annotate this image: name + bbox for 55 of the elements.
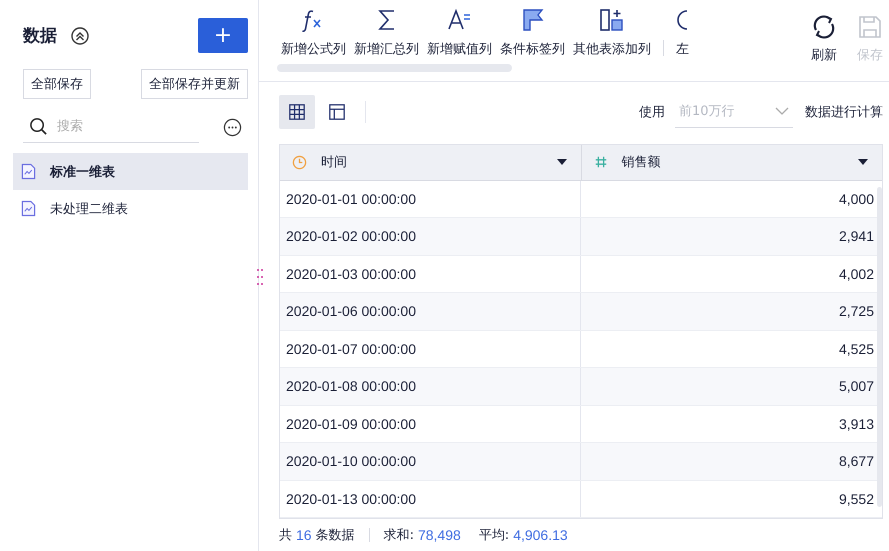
table-cell-text: 2020-01-09 00:00:00 [285, 414, 417, 434]
table-cell-text: 2020-01-01 00:00:00 [285, 190, 417, 209]
toolbar-button[interactable]: 左 [672, 8, 693, 58]
more-icon[interactable] [223, 118, 242, 136]
sidebar-item[interactable]: 未处理二维表 [13, 190, 248, 227]
sidebar-item[interactable]: 标准一维表 [13, 153, 248, 190]
average-value: 4,906.13 [513, 527, 568, 543]
resize-handle[interactable] [256, 268, 264, 286]
table-cell-text: 2020-01-07 00:00:00 [285, 340, 417, 359]
column-header[interactable]: 销售额 [580, 144, 882, 180]
toolbar-button[interactable]: 条件标签列 [496, 8, 569, 58]
dropdown-icon[interactable] [556, 159, 566, 165]
collapse-icon[interactable] [71, 26, 89, 44]
table-cell-text: 2020-01-06 00:00:00 [285, 302, 417, 322]
toolbar-button[interactable]: 新增公式列 [277, 8, 350, 58]
arc-icon [677, 10, 688, 30]
vertical-scrollbar[interactable] [877, 186, 882, 506]
chart-file-icon [21, 200, 36, 217]
refresh-icon [811, 14, 837, 40]
use-label: 使用 [639, 104, 665, 120]
panel-title: 数据 [23, 25, 57, 47]
calc-label: 数据进行计算 [805, 104, 883, 120]
table-cell-text: 2020-01-08 00:00:00 [285, 377, 417, 396]
column-header[interactable]: 时间 [280, 144, 580, 180]
table-cell-text: 2020-01-02 00:00:00 [285, 227, 417, 246]
table-cell-text: 2020-01-13 00:00:00 [285, 490, 417, 509]
dropdown-icon[interactable] [858, 159, 868, 165]
save-button[interactable]: 全部保存 [23, 69, 91, 99]
sum-value: 78,498 [418, 527, 461, 543]
average-label: 平均: [478, 527, 510, 544]
flag-icon [520, 8, 544, 32]
grid-view-button[interactable] [279, 94, 315, 128]
count-label: 条数据 [316, 527, 355, 544]
table-cell-text: 2020-01-10 00:00:00 [285, 452, 417, 472]
horizontal-scrollbar[interactable] [277, 64, 512, 72]
add-column-icon [599, 8, 625, 32]
hash-icon [594, 155, 608, 169]
count-label: 共 [279, 527, 292, 544]
letter-equals-icon [446, 8, 472, 32]
toolbar-button[interactable]: 新增汇总列 [350, 8, 423, 58]
toolbar-button[interactable]: 其他表添加列 [569, 8, 655, 58]
grid-icon [288, 102, 306, 120]
table-cell-text: 2020-01-03 00:00:00 [285, 264, 417, 284]
save-button[interactable]: 全部保存并更新 [141, 69, 248, 99]
toolbar-button[interactable]: 新增赋值列 [423, 8, 496, 58]
refresh-button[interactable]: 刷新 [811, 0, 837, 80]
save-icon [857, 14, 883, 40]
clock-icon [292, 154, 307, 170]
layout-icon [328, 102, 346, 120]
row-count: 16 [296, 527, 312, 543]
add-button[interactable]: + [198, 18, 248, 53]
sum-label: 求和: [384, 527, 414, 544]
chevron-down-icon [775, 107, 789, 115]
search-icon [29, 117, 48, 136]
chart-file-icon [21, 163, 36, 180]
